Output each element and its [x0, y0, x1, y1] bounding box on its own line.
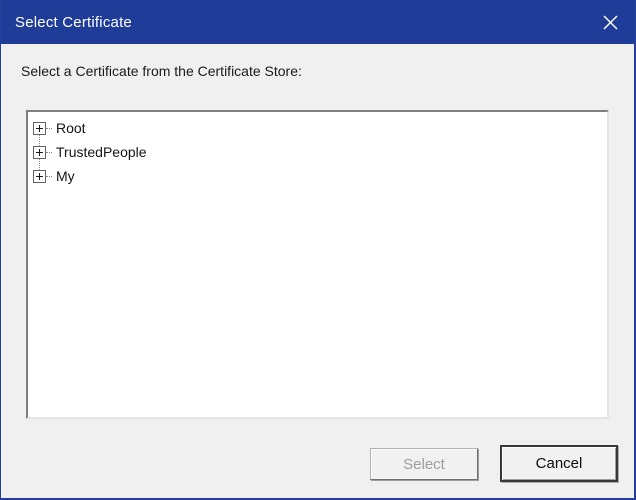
- expand-icon[interactable]: [33, 121, 46, 135]
- select-button[interactable]: Select: [370, 448, 478, 480]
- close-button[interactable]: [587, 0, 634, 44]
- tree-connector: [46, 175, 52, 177]
- tree-item-my[interactable]: My: [33, 164, 607, 188]
- certificate-store-tree[interactable]: Root TrustedPeople My: [26, 110, 609, 419]
- certificate-store-label: Select a Certificate from the Certificat…: [21, 63, 302, 79]
- tree-item-label[interactable]: My: [56, 168, 75, 184]
- expand-icon[interactable]: [33, 145, 46, 159]
- tree-item-label[interactable]: TrustedPeople: [56, 144, 147, 160]
- tree-connector: [46, 127, 52, 129]
- titlebar[interactable]: Select Certificate: [1, 0, 634, 44]
- tree-connector: [46, 151, 52, 153]
- select-certificate-dialog: Select Certificate Select a Certificate …: [0, 0, 636, 500]
- dialog-body: Select a Certificate from the Certificat…: [1, 44, 634, 498]
- tree-item-label[interactable]: Root: [56, 120, 86, 136]
- window-title: Select Certificate: [15, 13, 132, 31]
- cancel-button[interactable]: Cancel: [500, 445, 618, 482]
- tree-item-root[interactable]: Root: [33, 116, 607, 140]
- tree-item-trustedpeople[interactable]: TrustedPeople: [33, 140, 607, 164]
- expand-icon[interactable]: [33, 169, 46, 183]
- close-icon: [603, 14, 618, 30]
